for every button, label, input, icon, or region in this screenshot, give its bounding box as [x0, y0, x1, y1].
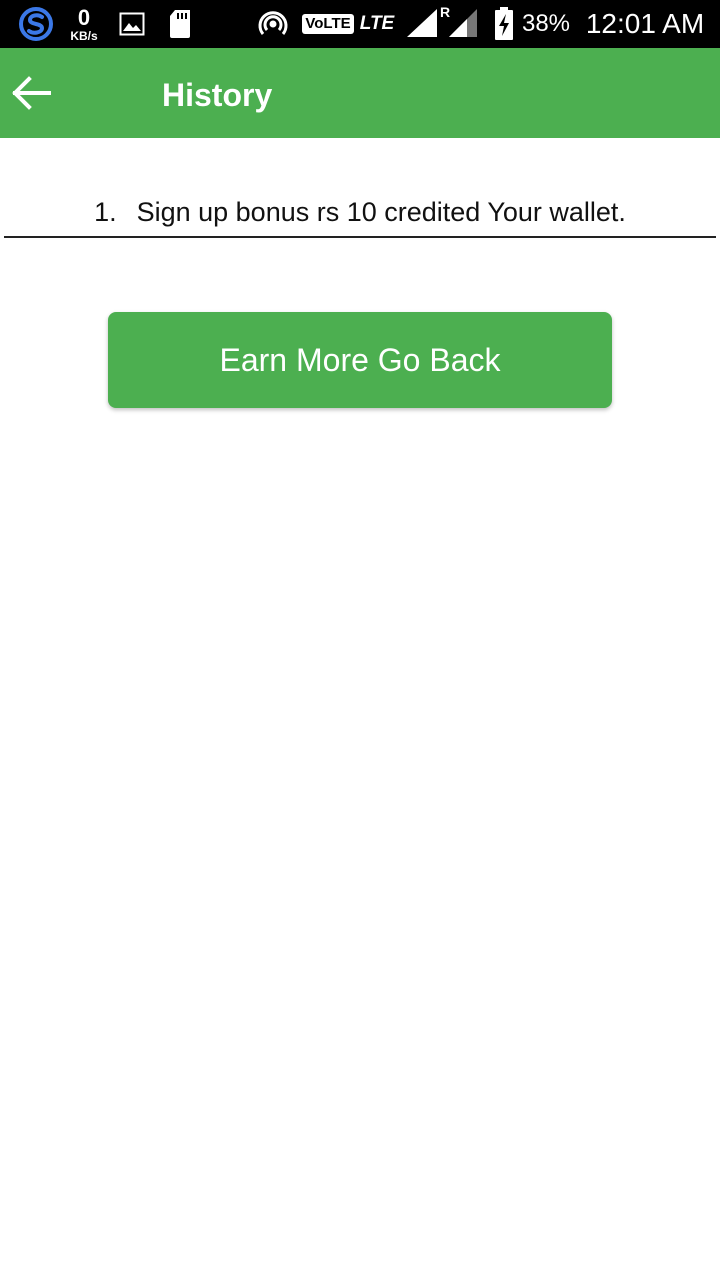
volte-label: VoLTE	[302, 14, 354, 34]
network-type: LTE	[359, 13, 395, 34]
signal-icon	[404, 6, 440, 40]
battery-charging-icon	[492, 6, 516, 42]
app-s-icon	[16, 6, 56, 42]
arrow-left-icon	[12, 76, 51, 110]
page-title: History	[162, 77, 273, 113]
signal-roaming-icon	[446, 6, 480, 40]
hotspot-icon	[256, 8, 290, 40]
back-button[interactable]	[4, 70, 58, 116]
network-speed: 0 KB/s	[64, 4, 104, 44]
list-item-text: Sign up bonus rs 10 credited Your wallet…	[136, 197, 626, 227]
list-item-index: 1.	[94, 197, 117, 227]
network-speed-unit: KB/s	[70, 28, 98, 43]
list-item: 1. Sign up bonus rs 10 credited Your wal…	[4, 186, 716, 238]
volte-badge: VoLTE	[302, 13, 354, 35]
sd-card-icon	[166, 8, 194, 40]
gallery-icon	[118, 10, 146, 38]
battery-percent: 38%	[521, 10, 571, 37]
earn-more-go-back-button[interactable]: Earn More Go Back	[108, 312, 612, 408]
network-speed-value: 0	[77, 4, 91, 30]
status-bar: 0 KB/s VoLTE LTE R 38% 12:01 AM	[0, 0, 720, 48]
app-bar: History	[0, 48, 720, 138]
clock: 12:01 AM	[585, 8, 705, 39]
history-list: 1. Sign up bonus rs 10 credited Your wal…	[4, 186, 716, 238]
